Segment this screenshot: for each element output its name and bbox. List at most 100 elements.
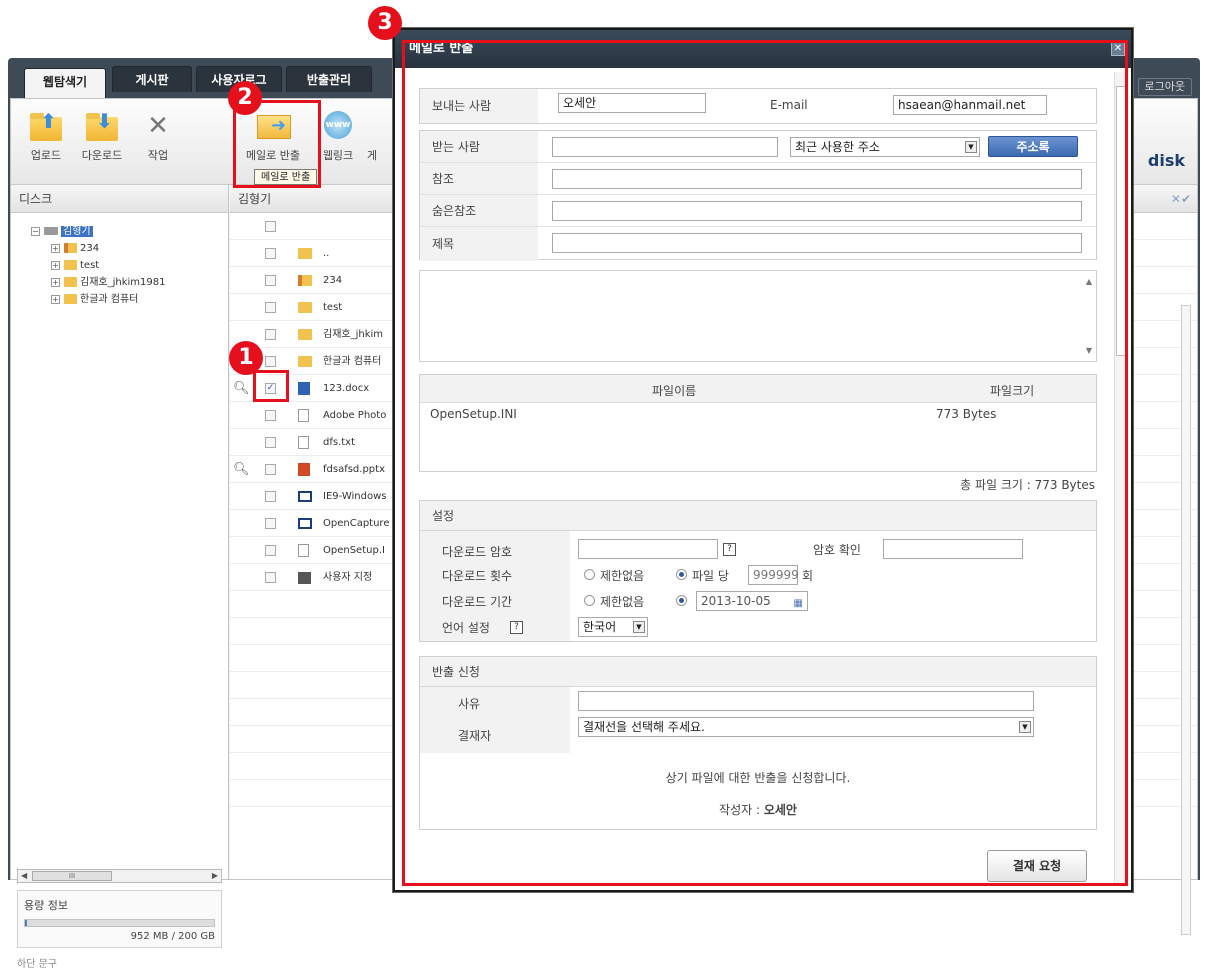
email-input[interactable]: hsaean@hanmail.net bbox=[893, 95, 1047, 115]
table-row[interactable]: 🔍︎ ✓ 123.docx bbox=[230, 375, 400, 402]
table-row[interactable]: 🔍︎ fdsafsd.pptx bbox=[230, 456, 400, 483]
language-select[interactable]: 한국어 ▼ bbox=[578, 617, 648, 637]
period-date-radio[interactable] bbox=[676, 595, 687, 606]
scroll-thumb[interactable]: III bbox=[32, 871, 112, 881]
author-line: 작성자 : 오세안 bbox=[420, 801, 1096, 818]
expand-icon[interactable]: + bbox=[51, 260, 60, 270]
row-checkbox[interactable] bbox=[265, 410, 276, 421]
download-count-input[interactable]: 999999 bbox=[748, 565, 799, 585]
expand-icon[interactable]: + bbox=[51, 277, 60, 287]
scroll-thumb[interactable] bbox=[1116, 86, 1127, 356]
more-button[interactable]: 게 bbox=[363, 109, 381, 163]
bcc-input[interactable] bbox=[552, 201, 1082, 221]
empty-row bbox=[1128, 240, 1197, 267]
approval-request-button[interactable]: 결재 요청 bbox=[987, 850, 1087, 882]
tree-item[interactable]: +234 bbox=[51, 240, 228, 257]
chevron-down-icon[interactable]: ▼ bbox=[965, 141, 977, 153]
tab-board[interactable]: 게시판 bbox=[112, 66, 192, 92]
tree-item[interactable]: + 김재호_jhkim1981 bbox=[51, 274, 228, 291]
row-checkbox[interactable] bbox=[265, 572, 276, 583]
table-row[interactable]: OpenCapture bbox=[230, 510, 400, 537]
scroll-up-icon[interactable]: ▲ bbox=[1086, 277, 1092, 286]
cc-label: 참조 bbox=[420, 163, 538, 194]
work-button[interactable]: ✕ 작업 bbox=[133, 109, 183, 163]
www-icon bbox=[318, 109, 358, 143]
cc-input[interactable] bbox=[552, 169, 1082, 189]
download-button[interactable]: ⬇ 다운로드 bbox=[77, 109, 127, 163]
password-confirm-input[interactable] bbox=[883, 539, 1023, 559]
scroll-down-icon[interactable]: ▼ bbox=[1086, 346, 1092, 355]
chevron-down-icon[interactable]: ▼ bbox=[633, 621, 645, 633]
count-per-file-radio[interactable] bbox=[676, 569, 687, 580]
weblink-button[interactable]: 웹링크 bbox=[313, 109, 363, 163]
expand-icon[interactable]: + bbox=[51, 243, 60, 253]
folder-icon bbox=[298, 302, 312, 313]
calendar-icon[interactable]: ▦ bbox=[794, 595, 803, 613]
empty-row bbox=[230, 672, 400, 699]
table-row[interactable]: OpenSetup.INI 773 Bytes bbox=[420, 403, 1096, 425]
horizontal-scrollbar[interactable]: ◀ III ▶ bbox=[17, 869, 222, 883]
table-row[interactable]: 사용자 지정 bbox=[230, 564, 400, 591]
row-checkbox[interactable] bbox=[265, 491, 276, 502]
row-checkbox[interactable] bbox=[265, 545, 276, 556]
password-confirm-label: 암호 확인 bbox=[813, 543, 861, 557]
row-checkbox[interactable] bbox=[265, 437, 276, 448]
download-password-input[interactable] bbox=[578, 539, 718, 559]
chevron-down-icon[interactable]: ▼ bbox=[1019, 721, 1031, 733]
help-icon[interactable]: ? bbox=[723, 543, 736, 556]
reason-input[interactable] bbox=[578, 691, 1034, 711]
row-checkbox[interactable]: ✓ bbox=[265, 383, 276, 394]
logout-button[interactable]: 로그아웃 bbox=[1137, 78, 1192, 96]
help-icon[interactable]: ? bbox=[510, 621, 523, 634]
row-checkbox[interactable] bbox=[265, 464, 276, 475]
mail-export-button[interactable]: 메일로 반출 bbox=[241, 109, 305, 163]
capacity-bar bbox=[24, 919, 215, 927]
row-checkbox[interactable] bbox=[265, 302, 276, 313]
table-row[interactable]: test bbox=[230, 294, 400, 321]
tree-item[interactable]: + 한글과 컴퓨터 bbox=[51, 291, 228, 308]
vertical-scrollbar[interactable] bbox=[1181, 305, 1191, 935]
message-textarea[interactable]: ▲ ▼ bbox=[419, 270, 1097, 362]
table-row[interactable]: IE9-Windows bbox=[230, 483, 400, 510]
download-icon: ⬇ bbox=[82, 109, 122, 143]
table-row[interactable]: 234 bbox=[230, 267, 400, 294]
row-checkbox[interactable] bbox=[265, 248, 276, 259]
tree-item-root[interactable]: − 김형기 bbox=[31, 223, 228, 240]
row-checkbox[interactable] bbox=[265, 518, 276, 529]
table-row[interactable]: Adobe Photo bbox=[230, 402, 400, 429]
tree-item[interactable]: + test bbox=[51, 257, 228, 274]
table-row[interactable]: OpenSetup.I bbox=[230, 537, 400, 564]
check-icon[interactable]: ✕✔ bbox=[1171, 192, 1191, 206]
scroll-right-icon[interactable]: ▶ bbox=[212, 870, 218, 882]
dialog-scrollbar[interactable] bbox=[1114, 72, 1128, 886]
scroll-left-icon[interactable]: ◀ bbox=[21, 870, 27, 882]
right-pane: ✕✔ bbox=[1127, 185, 1197, 935]
row-checkbox[interactable] bbox=[265, 275, 276, 286]
tab-export-manage[interactable]: 반출관리 bbox=[286, 66, 372, 92]
magnifier-icon[interactable]: 🔍︎ bbox=[233, 375, 250, 401]
sender-input[interactable]: 오세안 bbox=[558, 93, 706, 113]
upload-icon: ⬆ bbox=[26, 109, 66, 143]
approver-select[interactable]: 결재선을 선택해 주세요. ▼ bbox=[578, 717, 1034, 737]
table-row[interactable]: dfs.txt bbox=[230, 429, 400, 456]
close-icon[interactable]: ✕ bbox=[1111, 42, 1125, 56]
folder-icon bbox=[298, 248, 312, 259]
date-input[interactable]: 2013-10-05 ▦ bbox=[696, 591, 808, 611]
row-checkbox[interactable] bbox=[265, 356, 276, 367]
select-all-checkbox[interactable] bbox=[265, 221, 276, 232]
table-row[interactable]: .. bbox=[230, 240, 400, 267]
subject-input[interactable] bbox=[552, 233, 1082, 253]
recent-address-select[interactable]: 최근 사용한 주소 ▼ bbox=[790, 137, 980, 157]
row-checkbox[interactable] bbox=[265, 329, 276, 340]
tab-web-explorer[interactable]: 웹탐색기 bbox=[24, 68, 106, 100]
file-name: 사용자 지정 bbox=[323, 572, 373, 583]
upload-button[interactable]: ⬆ 업로드 bbox=[21, 109, 71, 163]
period-unlimited-radio[interactable] bbox=[584, 595, 595, 606]
count-unlimited-radio[interactable] bbox=[584, 569, 595, 580]
file-size: 773 Bytes bbox=[936, 407, 997, 421]
address-book-button[interactable]: 주소록 bbox=[988, 136, 1078, 157]
expand-icon[interactable]: + bbox=[51, 294, 60, 304]
collapse-icon[interactable]: − bbox=[31, 226, 40, 236]
magnifier-icon[interactable]: 🔍︎ bbox=[233, 456, 250, 482]
to-input[interactable] bbox=[552, 137, 778, 157]
